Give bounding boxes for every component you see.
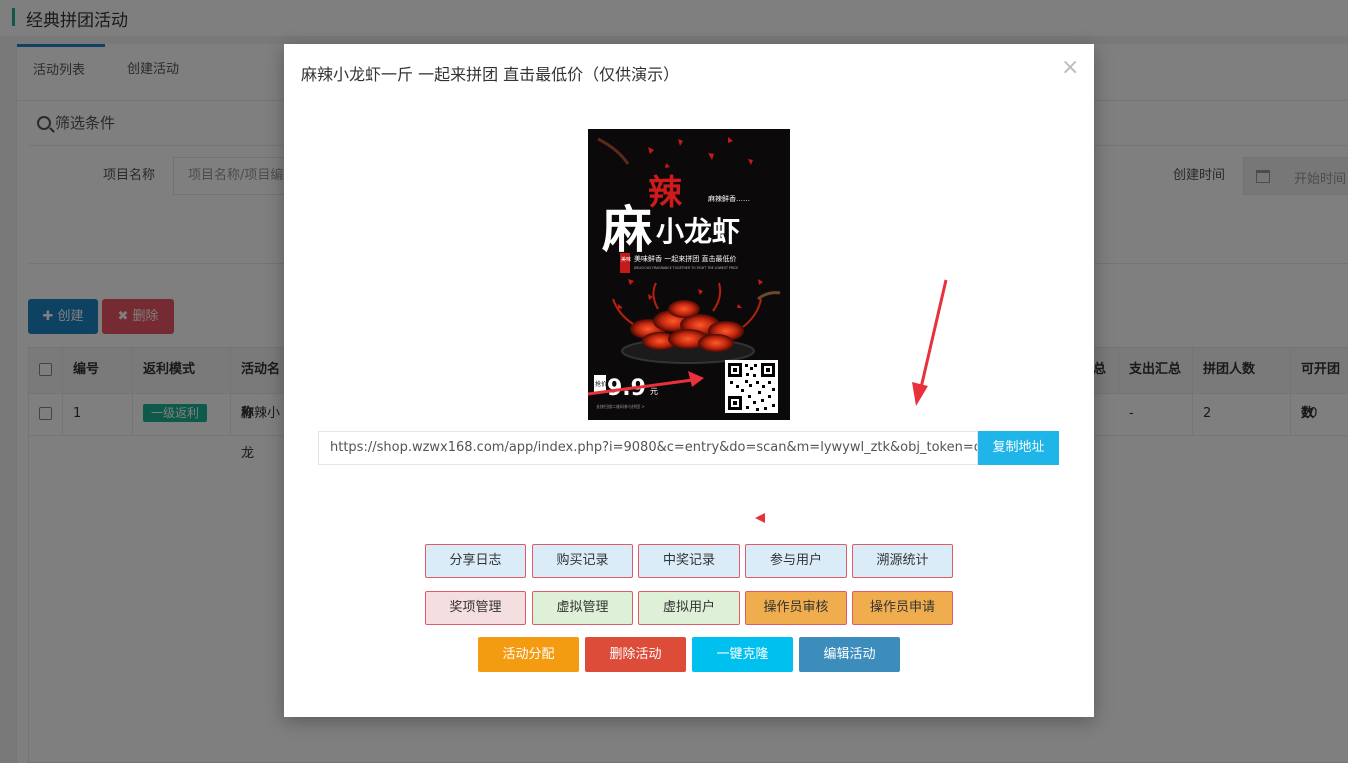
virtual-management-button[interactable]: 虚拟管理 <box>532 591 633 625</box>
poster-title-big: 麻 <box>602 200 652 259</box>
annotation-arrow <box>912 279 948 406</box>
poster-side-tag: 美味 <box>621 256 631 263</box>
poster-title-small: 辣 <box>648 173 683 213</box>
poster-price-unit: 元 <box>650 387 658 396</box>
virtual-users-button[interactable]: 虚拟用户 <box>638 591 740 625</box>
activity-qr-modal: 麻辣小龙虾一斤 一起来拼团 直击最低价（仅供演示） × 辣 麻 小龙虾 麻辣鲜香… <box>284 44 1094 717</box>
poster-graphic: 辣 麻 小龙虾 麻辣鲜香…… 美味 美味鲜香 一起来拼团 直击最低价 DELIC… <box>588 129 790 420</box>
purchase-records-button[interactable]: 购买记录 <box>532 544 633 578</box>
winning-records-button[interactable]: 中奖记录 <box>638 544 740 578</box>
poster-price-label: 抢价 <box>595 380 607 388</box>
poster-slogan: 美味鲜香 一起来拼团 直击最低价 <box>634 254 736 263</box>
delete-activity-button[interactable]: 删除活动 <box>585 637 686 672</box>
activity-url-field[interactable]: https://shop.wzwx168.com/app/index.php?i… <box>318 431 978 465</box>
clone-activity-button[interactable]: 一键克隆 <box>692 637 793 672</box>
assign-activity-button[interactable]: 活动分配 <box>478 637 579 672</box>
prize-management-button[interactable]: 奖项管理 <box>425 591 526 625</box>
operator-review-button[interactable]: 操作员审核 <box>745 591 847 625</box>
qr-code <box>725 360 778 413</box>
participants-button[interactable]: 参与用户 <box>745 544 847 578</box>
operator-apply-button[interactable]: 操作员申请 <box>852 591 953 625</box>
poster-tag: 麻辣鲜香…… <box>708 194 750 203</box>
annotation-arrow-tip <box>755 513 765 523</box>
poster-footer: 长按扫描二维码参与拼团 > <box>596 403 645 409</box>
poster-title-rest: 小龙虾 <box>656 215 740 248</box>
poster-slogan-en: DELICIOUS FRAGRANCE TOGETHER TO FIGHT TH… <box>634 266 738 270</box>
traceability-stats-button[interactable]: 溯源统计 <box>852 544 953 578</box>
copy-url-button[interactable]: 复制地址 <box>978 431 1059 465</box>
modal-title: 麻辣小龙虾一斤 一起来拼团 直击最低价（仅供演示） <box>301 65 680 84</box>
edit-activity-button[interactable]: 编辑活动 <box>799 637 900 672</box>
close-icon[interactable]: × <box>1061 57 1079 79</box>
share-log-button[interactable]: 分享日志 <box>425 544 526 578</box>
activity-poster-image: 辣 麻 小龙虾 麻辣鲜香…… 美味 美味鲜香 一起来拼团 直击最低价 DELIC… <box>588 129 790 420</box>
